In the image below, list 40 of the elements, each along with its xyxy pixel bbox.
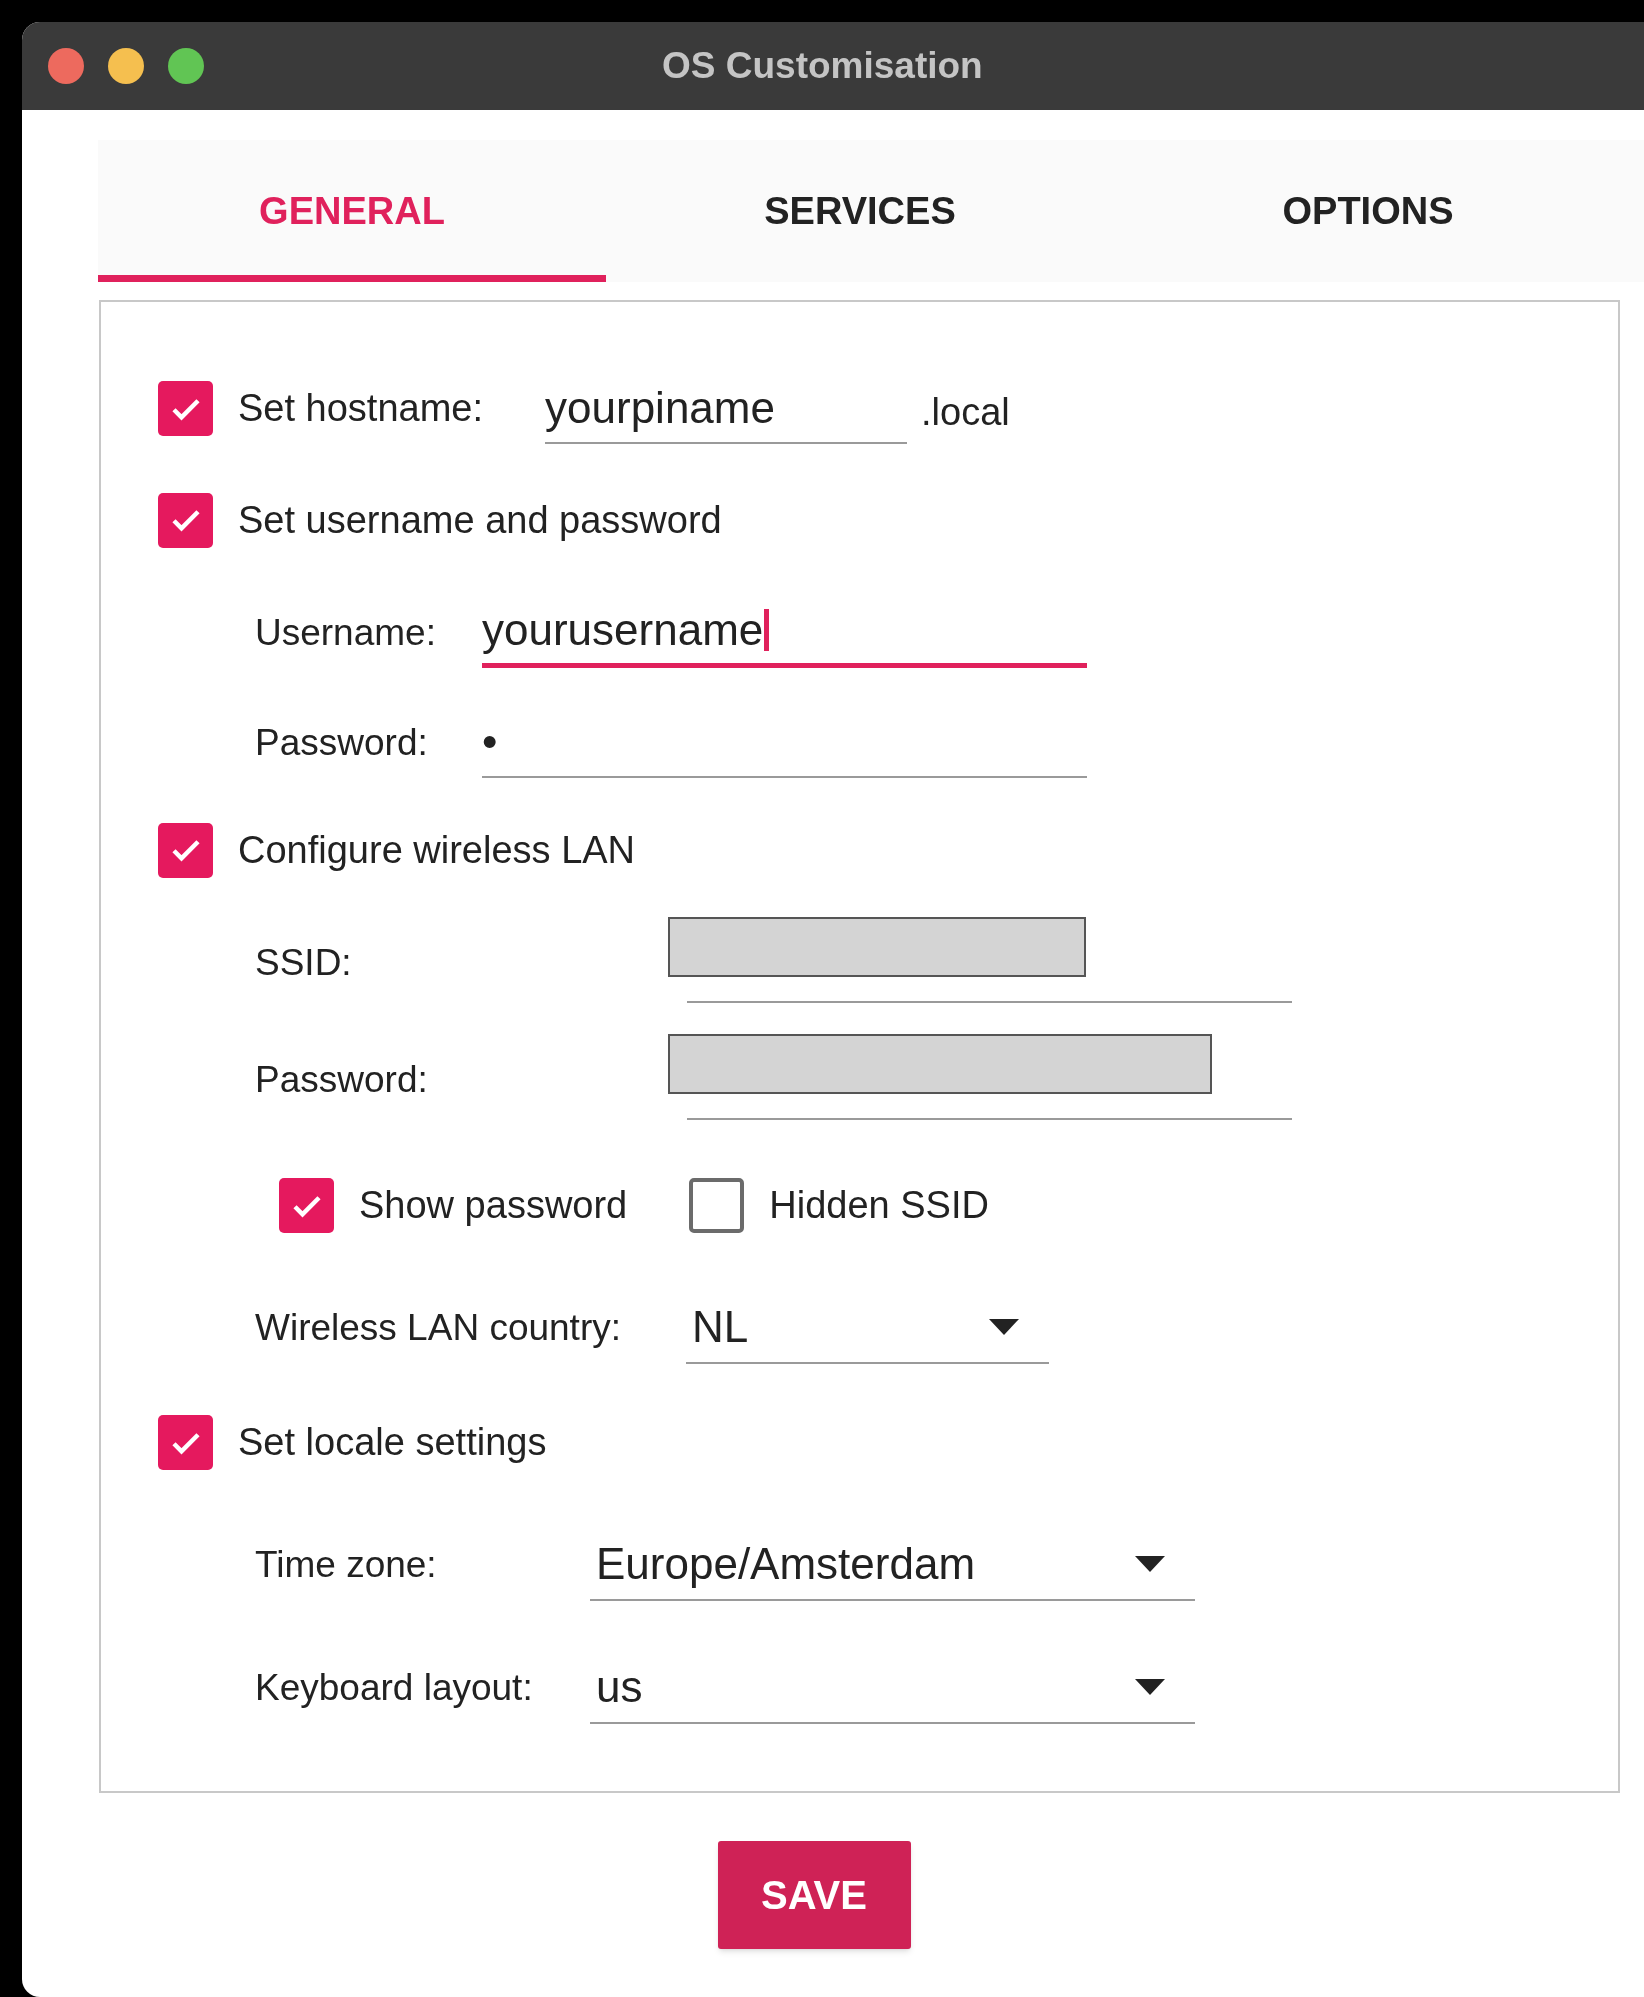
- checkbox-label: Set locale settings: [238, 1420, 547, 1465]
- text-field[interactable]: yourpiname: [545, 373, 908, 444]
- field-label: Username:: [255, 610, 437, 655]
- checkbox[interactable]: [689, 1178, 745, 1233]
- checkbox[interactable]: [279, 1178, 334, 1233]
- dropdown-caret-icon: [1135, 1678, 1165, 1695]
- dropdown[interactable]: NL: [686, 1292, 1049, 1364]
- field-label: SSID:: [255, 940, 353, 985]
- text-field[interactable]: •: [482, 707, 1087, 778]
- dropdown-value: NL: [692, 1301, 749, 1353]
- dropdown-value: us: [596, 1660, 643, 1713]
- close-button[interactable]: [48, 48, 84, 84]
- dropdown-caret-icon: [1135, 1556, 1165, 1572]
- dropdown-caret-icon: [989, 1319, 1019, 1335]
- checkbox[interactable]: [158, 492, 213, 548]
- maximize-button[interactable]: [168, 48, 204, 84]
- checkbox-label: Show password: [359, 1183, 628, 1228]
- field-label: Wireless LAN country:: [255, 1306, 622, 1351]
- tab[interactable]: GENERAL: [98, 140, 606, 282]
- field-label: Password:: [255, 720, 429, 765]
- text-field[interactable]: yourusername: [482, 597, 1087, 668]
- window-title: OS Customisation: [662, 44, 983, 89]
- dropdown[interactable]: Europe/Amsterdam: [590, 1529, 1195, 1601]
- tab[interactable]: SERVICES: [606, 140, 1114, 282]
- checkbox[interactable]: [158, 1415, 213, 1470]
- minimize-button[interactable]: [108, 48, 144, 84]
- domain-suffix: .local: [921, 390, 1010, 435]
- field-label: Password:: [255, 1058, 429, 1103]
- checkbox-label: Set hostname:: [238, 386, 484, 431]
- dropdown-value: Europe/Amsterdam: [596, 1538, 976, 1590]
- checkbox[interactable]: [158, 822, 213, 878]
- checkbox-label: Set username and password: [238, 497, 722, 543]
- save-button[interactable]: SAVE: [717, 1841, 911, 1949]
- checkbox-label: Hidden SSID: [769, 1183, 989, 1228]
- field-label: Keyboard layout:: [255, 1665, 534, 1710]
- checkbox[interactable]: [158, 381, 213, 436]
- dropdown[interactable]: us: [590, 1651, 1195, 1724]
- tab[interactable]: OPTIONS: [1114, 140, 1622, 282]
- field-label: Time zone:: [255, 1543, 438, 1588]
- checkbox-label: Configure wireless LAN: [238, 827, 636, 873]
